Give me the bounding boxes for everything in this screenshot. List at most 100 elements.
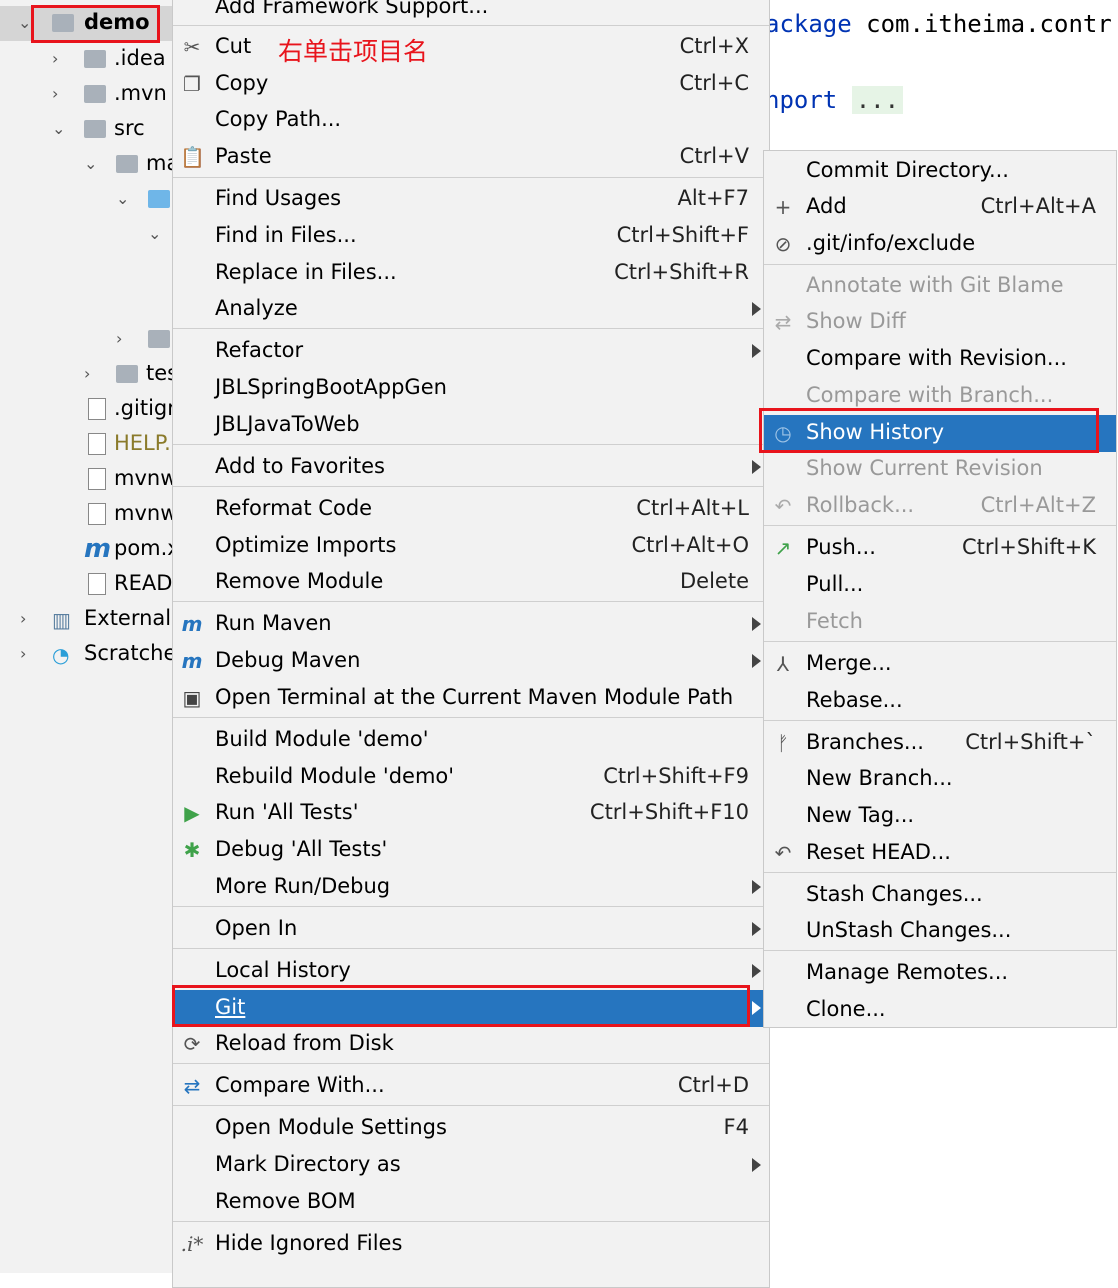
tree-item[interactable]: ⌄ src bbox=[0, 112, 172, 147]
menu-item-copy-path[interactable]: Copy Path... bbox=[173, 102, 769, 139]
menu-item-label: Commit Directory... bbox=[806, 158, 1009, 182]
menu-item-find-usages[interactable]: Find Usages Alt+F7 bbox=[173, 181, 769, 218]
menu-item-mark-directory[interactable]: Mark Directory as bbox=[173, 1147, 769, 1184]
menu-item-open-terminal[interactable]: ▣ Open Terminal at the Current Maven Modu… bbox=[173, 680, 769, 717]
tree-item[interactable]: READ bbox=[0, 567, 172, 602]
tree-item[interactable]: › tes bbox=[0, 357, 172, 392]
code-editor[interactable]: ackage com.itheima.contr nport ... bbox=[765, 0, 1118, 150]
menu-item-copy[interactable]: ❐ Copy Ctrl+C bbox=[173, 66, 769, 103]
git-item-show-current-revision[interactable]: Show Current Revision bbox=[764, 451, 1116, 488]
menu-item-jbl-javatoweb[interactable]: JBLJavaToWeb bbox=[173, 407, 769, 444]
chevron-right-icon[interactable]: › bbox=[20, 646, 34, 662]
menu-item-open-in[interactable]: Open In bbox=[173, 911, 769, 948]
folder-icon bbox=[84, 85, 106, 103]
tree-item[interactable]: mvnw bbox=[0, 462, 172, 497]
tree-item[interactable]: ⌄ bbox=[0, 182, 172, 217]
maven-run-icon: m bbox=[181, 612, 203, 636]
push-arrow-icon: ↗ bbox=[774, 536, 792, 560]
git-item-add[interactable]: + Add Ctrl+Alt+A bbox=[764, 189, 1116, 226]
git-item-stash[interactable]: Stash Changes... bbox=[764, 877, 1116, 914]
tree-item[interactable]: HELP. bbox=[0, 427, 172, 462]
git-item-new-branch[interactable]: New Branch... bbox=[764, 761, 1116, 798]
git-item-commit-directory[interactable]: Commit Directory... bbox=[764, 153, 1116, 190]
tree-item[interactable]: m pom.x bbox=[0, 532, 172, 567]
git-item-compare-revision[interactable]: Compare with Revision... bbox=[764, 341, 1116, 378]
menu-item-rebuild-module[interactable]: Rebuild Module 'demo' Ctrl+Shift+F9 bbox=[173, 759, 769, 796]
tree-item[interactable]: ⌄ bbox=[0, 217, 172, 252]
menu-item-more-run-debug[interactable]: More Run/Debug bbox=[173, 869, 769, 906]
menu-item-compare-with[interactable]: ⇄ Compare With... Ctrl+D bbox=[173, 1068, 769, 1105]
chevron-down-icon[interactable]: ⌄ bbox=[52, 121, 66, 137]
tree-item[interactable]: › bbox=[0, 322, 172, 357]
menu-item-run-all-tests[interactable]: ▶ Run 'All Tests' Ctrl+Shift+F10 bbox=[173, 795, 769, 832]
menu-item-paste[interactable]: 📋 Paste Ctrl+V bbox=[173, 139, 769, 176]
tree-item[interactable]: › .idea bbox=[0, 42, 172, 77]
git-item-rollback[interactable]: ↶ Rollback... Ctrl+Alt+Z bbox=[764, 488, 1116, 525]
menu-item-label: New Tag... bbox=[806, 803, 915, 827]
menu-item-label: Open In bbox=[215, 916, 298, 940]
menu-item-cut[interactable]: ✂ Cut Ctrl+X bbox=[173, 29, 769, 66]
menu-item-local-history[interactable]: Local History bbox=[173, 953, 769, 990]
menu-item-analyze[interactable]: Analyze bbox=[173, 291, 769, 328]
chevron-right-icon[interactable]: › bbox=[52, 51, 66, 67]
menu-item-add-to-favorites[interactable]: Add to Favorites bbox=[173, 449, 769, 486]
git-item-rebase[interactable]: Rebase... bbox=[764, 683, 1116, 720]
git-item-annotate-blame[interactable]: Annotate with Git Blame bbox=[764, 268, 1116, 305]
git-item-new-tag[interactable]: New Tag... bbox=[764, 798, 1116, 835]
tree-item-label: mvnw bbox=[114, 466, 172, 490]
git-item-pull[interactable]: Pull... bbox=[764, 567, 1116, 604]
menu-item-reload-from-disk[interactable]: ⟳ Reload from Disk bbox=[173, 1026, 769, 1063]
menu-item-remove-module[interactable]: Remove Module Delete bbox=[173, 564, 769, 601]
git-item-manage-remotes[interactable]: Manage Remotes... bbox=[764, 955, 1116, 992]
menu-item-remove-bom[interactable]: Remove BOM bbox=[173, 1184, 769, 1221]
merge-icon: ⅄ bbox=[776, 652, 790, 676]
menu-item-label: Debug Maven bbox=[215, 648, 361, 672]
chevron-down-icon[interactable]: ⌄ bbox=[84, 156, 98, 172]
menu-item-label: Annotate with Git Blame bbox=[806, 273, 1064, 297]
git-item-reset-head[interactable]: ↶ Reset HEAD... bbox=[764, 835, 1116, 872]
git-item-compare-branch[interactable]: Compare with Branch... bbox=[764, 378, 1116, 415]
menu-item-label: UnStash Changes... bbox=[806, 918, 1012, 942]
menu-item-find-in-files[interactable]: Find in Files... Ctrl+Shift+F bbox=[173, 218, 769, 255]
menu-item-git[interactable]: Git bbox=[173, 990, 769, 1027]
menu-item-reformat-code[interactable]: Reformat Code Ctrl+Alt+L bbox=[173, 491, 769, 528]
menu-item-label: Local History bbox=[215, 958, 351, 982]
menu-item-refactor[interactable]: Refactor bbox=[173, 333, 769, 370]
git-item-show-diff[interactable]: ⇄ Show Diff bbox=[764, 304, 1116, 341]
tree-item[interactable]: ⌄ ma bbox=[0, 147, 172, 182]
chevron-down-icon[interactable]: ⌄ bbox=[148, 226, 162, 242]
chevron-right-icon[interactable]: › bbox=[84, 366, 98, 382]
menu-item-debug-all-tests[interactable]: ✱ Debug 'All Tests' bbox=[173, 832, 769, 869]
tree-item[interactable]: mvnw bbox=[0, 497, 172, 532]
chevron-right-icon[interactable]: › bbox=[52, 86, 66, 102]
tree-item[interactable]: › ▥ External bbox=[0, 602, 172, 637]
menu-item-replace-in-files[interactable]: Replace in Files... Ctrl+Shift+R bbox=[173, 255, 769, 292]
menu-item-hide-ignored-files[interactable]: .i* Hide Ignored Files bbox=[173, 1226, 769, 1263]
chevron-down-icon[interactable]: ⌄ bbox=[116, 191, 130, 207]
git-item-push[interactable]: ↗ Push... Ctrl+Shift+K bbox=[764, 530, 1116, 567]
tree-item[interactable]: .gitigr bbox=[0, 392, 172, 427]
folded-imports[interactable]: ... bbox=[851, 86, 904, 114]
menu-item-jbl-springboot[interactable]: JBLSpringBootAppGen bbox=[173, 370, 769, 407]
chevron-down-icon[interactable]: ⌄ bbox=[18, 15, 32, 31]
git-item-fetch[interactable]: Fetch bbox=[764, 604, 1116, 641]
menu-item-debug-maven[interactable]: m Debug Maven bbox=[173, 643, 769, 680]
git-item-exclude[interactable]: ⊘ .git/info/exclude bbox=[764, 226, 1116, 263]
menu-item-optimize-imports[interactable]: Optimize Imports Ctrl+Alt+O bbox=[173, 528, 769, 565]
chevron-right-icon[interactable]: › bbox=[20, 611, 34, 627]
git-item-clone[interactable]: Clone... bbox=[764, 992, 1116, 1029]
menu-item-open-module-settings[interactable]: Open Module Settings F4 bbox=[173, 1110, 769, 1147]
tree-root-demo[interactable]: ⌄ demo bbox=[0, 6, 172, 41]
menu-item-run-maven[interactable]: m Run Maven bbox=[173, 606, 769, 643]
menu-item-add-framework[interactable]: Add Framework Support... bbox=[173, 0, 769, 26]
chevron-right-icon[interactable]: › bbox=[116, 331, 130, 347]
menu-item-label: Compare with Branch... bbox=[806, 383, 1054, 407]
menu-item-build-module[interactable]: Build Module 'demo' bbox=[173, 722, 769, 759]
git-item-branches[interactable]: ᚠ Branches... Ctrl+Shift+` bbox=[764, 725, 1116, 762]
tree-item[interactable]: › ◔ Scratche bbox=[0, 637, 172, 672]
tree-item[interactable]: › .mvn bbox=[0, 77, 172, 112]
git-item-show-history[interactable]: ◷ Show History bbox=[764, 415, 1116, 452]
git-item-merge[interactable]: ⅄ Merge... bbox=[764, 646, 1116, 683]
git-item-unstash[interactable]: UnStash Changes... bbox=[764, 913, 1116, 950]
tree-item-label: READ bbox=[114, 571, 172, 595]
